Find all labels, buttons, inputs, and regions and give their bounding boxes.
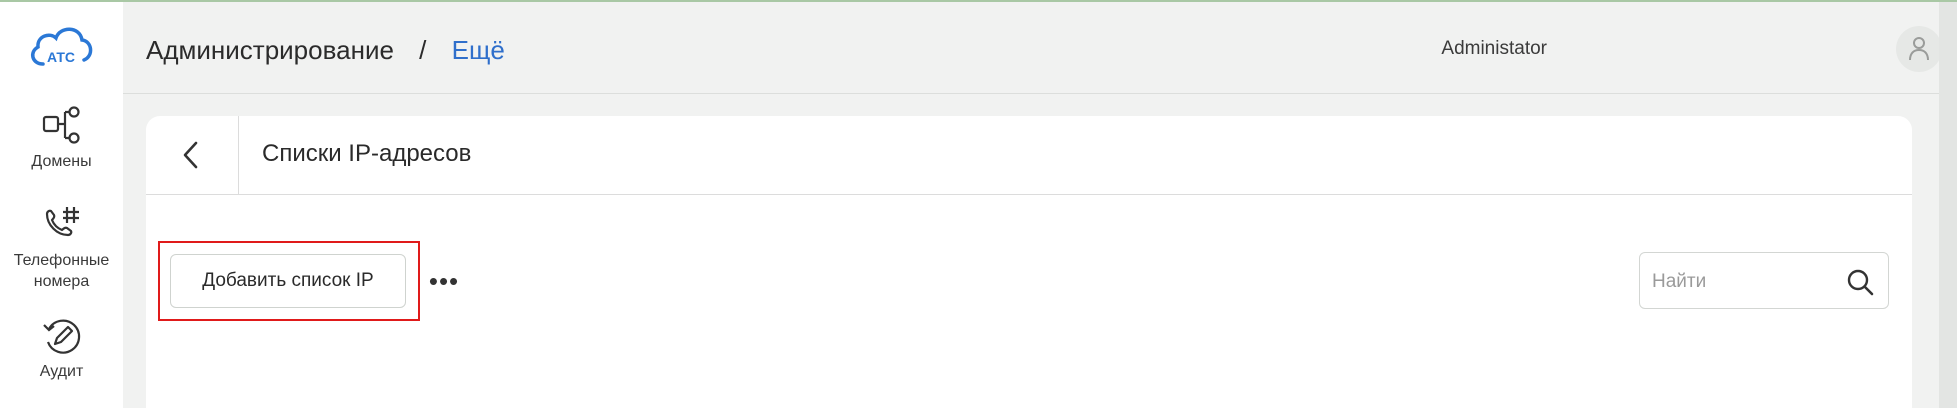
sidebar-item-label: Аудит	[39, 363, 84, 380]
breadcrumb-current[interactable]: Ещё	[452, 35, 505, 65]
user-icon	[1909, 37, 1929, 61]
sidebar-item-label: Телефонные номера	[13, 252, 110, 290]
more-actions-button[interactable]: •••	[426, 266, 462, 296]
sidebar-item-phone-numbers[interactable]: Телефонные номера	[0, 204, 123, 292]
phone-numbers-icon	[45, 207, 79, 237]
breadcrumb-separator: /	[419, 35, 427, 65]
user-name: Administator	[1441, 38, 1547, 59]
card-header: Списки IP-адресов	[146, 116, 1912, 195]
chevron-left-icon	[183, 141, 198, 169]
search-input[interactable]	[1650, 267, 1834, 297]
sidebar-item-domains[interactable]: Домены	[0, 106, 123, 172]
scrollbar-track[interactable]	[1939, 2, 1957, 408]
page-title: Списки IP-адресов	[262, 140, 472, 167]
search-box	[1639, 252, 1889, 309]
breadcrumb-root[interactable]: Администрирование	[146, 35, 394, 65]
sidebar: АТС Домены Телефонные номера Аудит	[0, 2, 123, 408]
svg-text:АТС: АТС	[47, 49, 75, 65]
search-icon[interactable]	[1846, 268, 1874, 296]
breadcrumb: Администрирование / Ещё	[146, 34, 505, 66]
sidebar-item-audit[interactable]: Аудит	[0, 316, 123, 382]
avatar[interactable]	[1896, 26, 1942, 72]
audit-icon	[42, 319, 80, 354]
domains-icon	[42, 106, 80, 144]
app-logo[interactable]: АТС	[26, 22, 96, 78]
cloud-logo-icon: АТС	[30, 27, 93, 66]
top-header: Администрирование / Ещё Administator	[123, 2, 1957, 94]
back-button[interactable]	[146, 116, 239, 194]
ip-lists-card: Списки IP-адресов Добавить список IP •••	[146, 116, 1912, 408]
add-ip-list-button[interactable]: Добавить список IP	[170, 254, 406, 308]
sidebar-item-label: Домены	[31, 153, 92, 170]
